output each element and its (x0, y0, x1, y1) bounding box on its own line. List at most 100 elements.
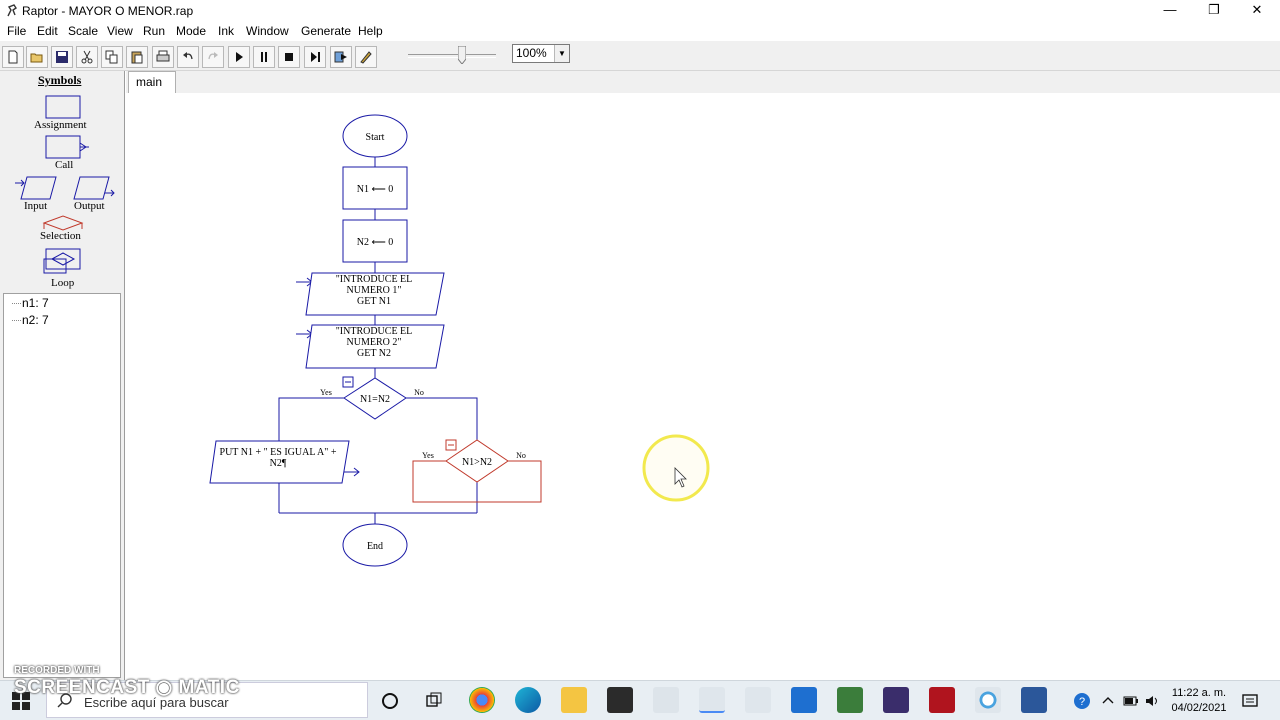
menu-edit[interactable]: Edit (37, 24, 58, 38)
word-icon[interactable] (1021, 687, 1047, 713)
variable-item[interactable]: n1: 7 (22, 296, 49, 310)
output-equal-line1: PUT N1 + " ES IGUAL A" + (220, 447, 337, 458)
loop-label: Loop (51, 277, 75, 289)
menu-scale[interactable]: Scale (68, 24, 98, 38)
tab-strip (126, 71, 1280, 93)
close-button[interactable]: ✕ (1234, 0, 1280, 21)
chevron-up-icon[interactable] (1101, 694, 1115, 708)
cut-icon (81, 50, 93, 64)
mail-icon[interactable] (791, 687, 817, 713)
title-bar: Raptor - MAYOR O MENOR.rap — ❐ ✕ (0, 0, 1280, 21)
zoom-slider-track[interactable] (408, 54, 496, 58)
loop-symbol[interactable] (43, 248, 81, 274)
battery-icon[interactable] (1123, 694, 1139, 708)
step-icon (311, 52, 320, 62)
print-button[interactable] (152, 46, 174, 68)
pen-icon (360, 51, 372, 64)
new-button[interactable] (2, 46, 24, 68)
chevron-down-icon[interactable]: ▼ (554, 45, 569, 62)
print-icon (156, 50, 170, 62)
symbols-panel: Symbols Assignment Call Input Output Sel… (0, 71, 125, 680)
arduino-icon[interactable] (745, 687, 771, 713)
raptor-app-icon (7, 4, 17, 17)
output-label: Output (74, 200, 105, 212)
tree-connector (12, 303, 21, 304)
output-equal[interactable]: PUT N1 + " ES IGUAL A" + N2¶ (209, 440, 350, 484)
notifications-icon[interactable] (1241, 692, 1259, 710)
open-button[interactable] (26, 46, 48, 68)
edge-icon[interactable] (515, 687, 541, 713)
end-terminal[interactable]: End (342, 523, 408, 567)
decision2-no-label: No (516, 451, 526, 460)
cut-button[interactable] (76, 46, 98, 68)
menu-help[interactable]: Help (358, 24, 383, 38)
execute-button[interactable] (228, 46, 250, 68)
paste-icon (131, 51, 143, 64)
flash-icon[interactable] (929, 687, 955, 713)
menu-mode[interactable]: Mode (176, 24, 206, 38)
step-button[interactable] (304, 46, 326, 68)
menu-generate[interactable]: Generate (301, 24, 351, 38)
input-n1-line3: GET N1 (357, 296, 391, 307)
variable-item[interactable]: n2: 7 (22, 313, 49, 327)
tree-connector (12, 320, 21, 321)
watermark-line2: SCREENCAST (14, 677, 150, 698)
save-icon (56, 51, 68, 63)
pen-button[interactable] (355, 46, 377, 68)
redo-icon (208, 52, 218, 60)
redo-button[interactable] (202, 46, 224, 68)
app-icon[interactable] (653, 687, 679, 713)
save-button[interactable] (51, 46, 73, 68)
pause-button[interactable] (253, 46, 275, 68)
call-symbol[interactable] (45, 135, 89, 159)
media-icon[interactable] (975, 687, 1001, 713)
variables-panel: n1: 7 n2: 7 (3, 293, 121, 678)
restore-button[interactable]: ❐ (1191, 0, 1237, 21)
system-clock[interactable]: 11:22 a. m. 04/02/2021 (1168, 686, 1230, 716)
zoom-select[interactable]: 100% ▼ (512, 44, 570, 63)
assignment-n2[interactable]: N2 ⟵ 0 (342, 219, 408, 263)
symbol-palette (15, 95, 115, 274)
cortana-icon[interactable] (381, 692, 399, 710)
cursor-highlight (642, 434, 710, 502)
window-title: Raptor - MAYOR O MENOR.rap (22, 4, 194, 18)
zoom-slider-thumb[interactable] (458, 46, 466, 64)
gimp-icon[interactable] (837, 687, 863, 713)
input-label: Input (24, 200, 48, 212)
menu-window[interactable]: Window (246, 24, 289, 38)
undo-icon (183, 52, 193, 60)
help-icon[interactable]: ? (1073, 692, 1091, 710)
chrome-icon[interactable] (469, 687, 495, 713)
tab-main[interactable]: main (128, 71, 176, 93)
clock-time: 11:22 a. m. (1171, 687, 1227, 699)
dev-icon[interactable] (883, 687, 909, 713)
output-symbol[interactable] (73, 176, 115, 200)
menu-file[interactable]: File (7, 24, 26, 38)
selection-symbol[interactable] (42, 215, 84, 231)
input-n2-line2: NUMERO 2" (347, 337, 402, 348)
menu-view[interactable]: View (107, 24, 133, 38)
watermark-line1: RECORDED WITH (14, 665, 100, 676)
menu-ink[interactable]: Ink (218, 24, 234, 38)
input-symbol[interactable] (15, 176, 57, 200)
undo-button[interactable] (177, 46, 199, 68)
menu-run[interactable]: Run (143, 24, 165, 38)
stop-button[interactable] (278, 46, 300, 68)
raptor-taskbar-icon[interactable] (699, 687, 725, 713)
paste-button[interactable] (126, 46, 148, 68)
store-icon[interactable] (607, 687, 633, 713)
file-explorer-icon[interactable] (561, 687, 587, 713)
input-n2[interactable]: "INTRODUCE EL NUMERO 2" GET N2 (305, 324, 445, 369)
task-view-icon[interactable] (425, 692, 443, 710)
flowchart-canvas[interactable]: Start N1 ⟵ 0 N2 ⟵ 0 "INTRODUCE EL NUMERO… (126, 93, 1280, 680)
copy-button[interactable] (101, 46, 123, 68)
assignment-n1[interactable]: N1 ⟵ 0 (342, 166, 408, 210)
end-label: End (367, 541, 383, 552)
start-terminal[interactable]: Start (342, 114, 408, 158)
assignment-symbol[interactable] (45, 95, 81, 119)
call-label: Call (55, 159, 74, 171)
volume-icon[interactable] (1145, 694, 1161, 708)
step-to-completion-button[interactable] (330, 46, 352, 68)
input-n1[interactable]: "INTRODUCE EL NUMERO 1" GET N1 (305, 272, 445, 316)
minimize-button[interactable]: — (1147, 0, 1193, 21)
